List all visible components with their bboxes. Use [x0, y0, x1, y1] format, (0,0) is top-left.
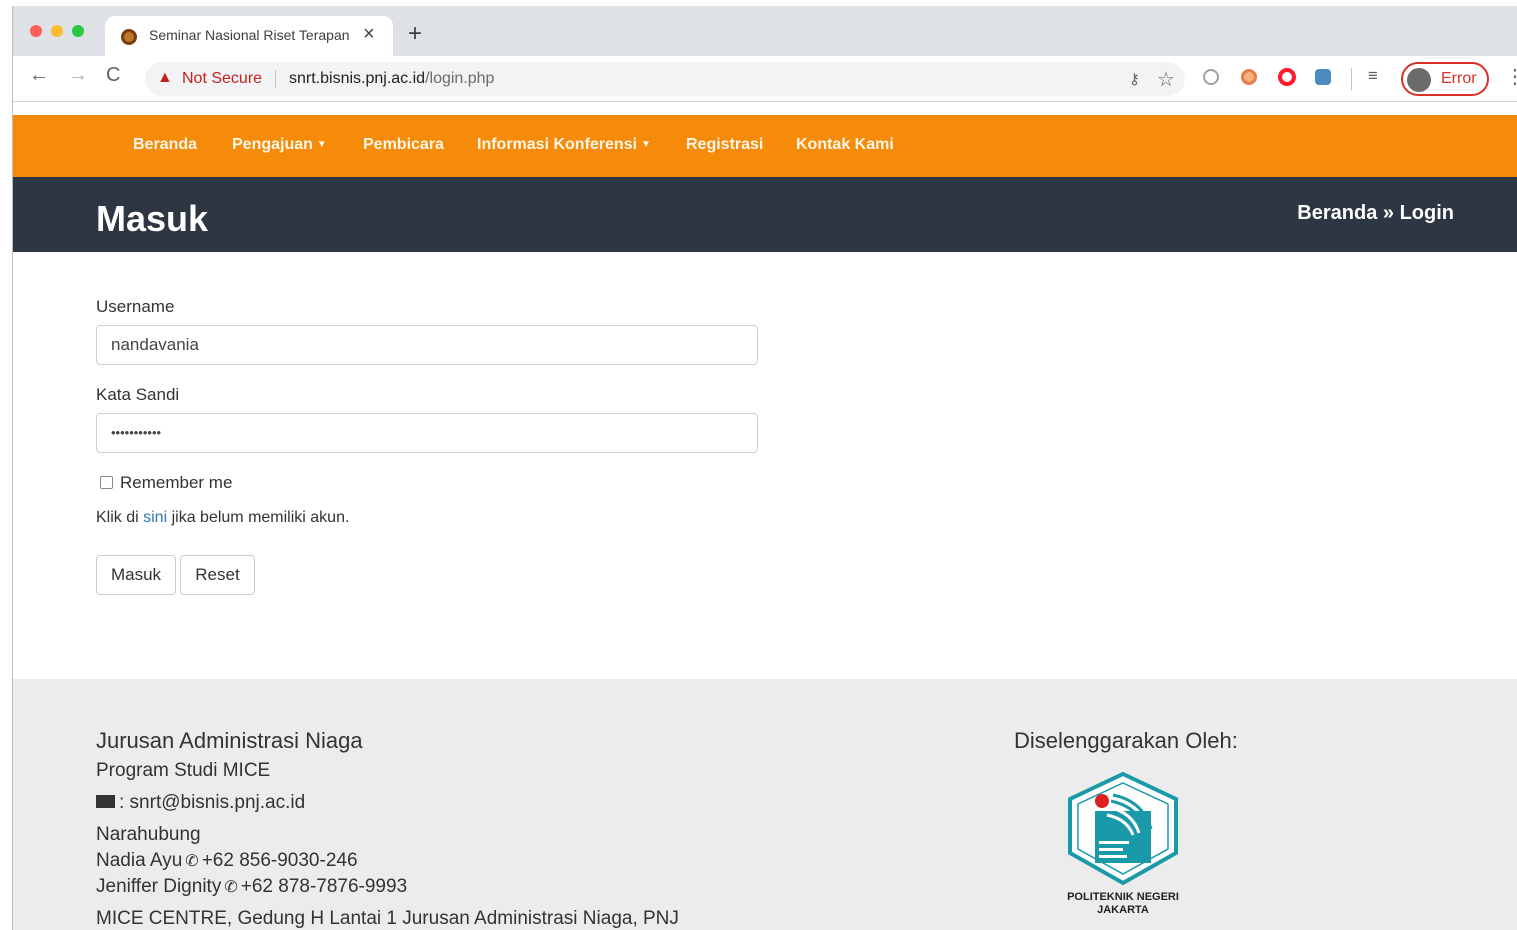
nav-item-registrasi[interactable]: Registrasi — [686, 136, 763, 154]
envelope-icon — [96, 795, 115, 808]
nav-item-beranda[interactable]: Beranda — [133, 136, 197, 154]
nav-item-informasi-konferensi[interactable]: Informasi Konferensi ▼ — [477, 136, 651, 154]
footer-contact: Nadia Ayu ✆ +62 856-9030-246 — [96, 850, 358, 872]
url-text[interactable]: snrt.bisnis.pnj.ac.id/login.php — [289, 70, 494, 88]
pnj-logo-icon — [1068, 771, 1178, 886]
tab-title: Seminar Nasional Riset Terapan — [149, 27, 350, 43]
nav-item-label: Pengajuan — [232, 136, 313, 153]
username-input[interactable]: nandavania — [96, 325, 758, 365]
url-host: snrt.bisnis.pnj.ac.id — [289, 70, 426, 87]
back-arrow-icon[interactable]: ← — [29, 64, 49, 87]
register-prompt: Klik di sini jika belum memiliki akun. — [96, 509, 349, 527]
organizer-heading: Diselenggarakan Oleh: — [1014, 728, 1238, 753]
page-header: Masuk Beranda » Login — [13, 177, 1517, 252]
password-input[interactable]: ••••••••••• — [96, 413, 758, 453]
page-title: Masuk — [96, 198, 209, 239]
contact-name: Nadia Ayu — [96, 850, 183, 871]
register-prefix: Klik di — [96, 509, 144, 526]
profile-error-label: Error — [1441, 70, 1477, 87]
bookmark-star-icon[interactable]: ☆ — [1157, 67, 1175, 92]
opera-extension-icon[interactable] — [1278, 68, 1296, 86]
footer-contact: Jeniffer Dignity ✆ +62 878-7876-9993 — [96, 876, 407, 898]
address-bar[interactable]: ▲ Not Secure snrt.bisnis.pnj.ac.id/login… — [145, 62, 1185, 96]
warning-icon[interactable]: ▲ — [157, 69, 173, 87]
extension-icon[interactable] — [1315, 69, 1331, 85]
register-suffix: jika belum memiliki akun. — [167, 509, 350, 526]
footer-contact-heading: Narahubung — [96, 824, 201, 845]
maximize-window-button[interactable] — [72, 25, 84, 37]
caret-down-icon: ▼ — [316, 139, 327, 150]
key-icon[interactable]: ⚷ — [1129, 70, 1140, 88]
footer-email-text: : snrt@bisnis.pnj.ac.id — [119, 792, 306, 813]
close-tab-icon[interactable]: × — [363, 23, 375, 46]
username-label: Username — [96, 297, 175, 316]
login-button[interactable]: Masuk — [96, 555, 176, 595]
footer-email: : snrt@bisnis.pnj.ac.id — [96, 792, 305, 814]
logo-caption: POLITEKNIK NEGERI JAKARTA — [1067, 891, 1179, 916]
site-navbar: Beranda Pengajuan ▼ Pembicara Informasi K… — [13, 115, 1517, 177]
browser-menu-icon[interactable]: ⋮ — [1505, 64, 1517, 89]
browser-toolbar: ← → C ▲ Not Secure snrt.bisnis.pnj.ac.id… — [13, 56, 1517, 102]
close-window-button[interactable] — [30, 25, 42, 37]
tab-strip: Seminar Nasional Riset Terapan × + — [13, 6, 1517, 56]
nav-item-pengajuan[interactable]: Pengajuan ▼ — [232, 136, 327, 154]
url-path: /login.php — [425, 70, 495, 87]
reading-list-icon[interactable]: ≡ — [1368, 66, 1378, 86]
remember-me-checkbox[interactable] — [100, 476, 113, 489]
nav-item-pembicara[interactable]: Pembicara — [363, 136, 444, 154]
browser-tab[interactable]: Seminar Nasional Riset Terapan × — [105, 16, 393, 56]
footer-department: Jurusan Administrasi Niaga — [96, 728, 363, 753]
footer-program: Program Studi MICE — [96, 760, 271, 781]
caret-down-icon: ▼ — [641, 139, 651, 150]
footer: Jurusan Administrasi Niaga Program Studi… — [13, 679, 1517, 930]
password-label: Kata Sandi — [96, 385, 180, 404]
nav-item-kontak-kami[interactable]: Kontak Kami — [796, 136, 894, 154]
new-tab-icon[interactable]: + — [408, 20, 422, 48]
extension-icon[interactable] — [1241, 69, 1257, 85]
site-favicon-icon — [121, 29, 137, 45]
forward-arrow-icon[interactable]: → — [68, 64, 88, 87]
minimize-window-button[interactable] — [51, 25, 63, 37]
omnibox-divider — [275, 70, 276, 88]
reload-icon[interactable]: C — [106, 64, 120, 87]
browser-window: Seminar Nasional Riset Terapan × + ← → C… — [12, 6, 1517, 930]
register-link[interactable]: sini — [143, 509, 167, 526]
reset-button[interactable]: Reset — [180, 555, 255, 595]
remember-me-label[interactable]: Remember me — [120, 473, 232, 493]
security-status[interactable]: Not Secure — [182, 70, 262, 88]
toolbar-divider — [1351, 68, 1352, 90]
phone-icon: ✆ — [185, 853, 199, 870]
contact-phone: +62 878-7876-9993 — [240, 876, 408, 897]
breadcrumb[interactable]: Beranda » Login — [1297, 202, 1454, 225]
contact-name: Jeniffer Dignity — [96, 876, 222, 897]
profile-error-button[interactable]: Error — [1401, 62, 1489, 96]
contact-phone: +62 856-9030-246 — [201, 850, 358, 871]
phone-icon: ✆ — [224, 879, 238, 896]
footer-address: MICE CENTRE, Gedung H Lantai 1 Jurusan A… — [96, 908, 679, 929]
profile-avatar — [1407, 68, 1431, 92]
nav-item-label: Informasi Konferensi — [477, 136, 638, 153]
extension-icon[interactable] — [1203, 69, 1219, 85]
